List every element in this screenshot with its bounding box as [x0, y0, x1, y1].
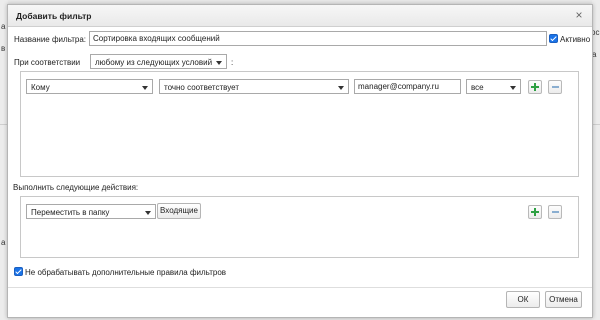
cancel-button-label: Отмена [549, 295, 578, 304]
cancel-button[interactable]: Отмена [545, 291, 582, 308]
action-type-value: Переместить в папку [31, 208, 110, 217]
actions-panel: Переместить в папку Входящие [20, 196, 579, 258]
active-label: Активно [560, 35, 591, 44]
stop-rules-label: Не обрабатывать дополнительные правила ф… [25, 268, 227, 277]
chevron-down-icon [510, 86, 516, 90]
match-mode-select[interactable]: любому из следующих условий [90, 54, 227, 69]
background-text: а [1, 22, 6, 31]
chevron-down-icon [142, 86, 148, 90]
chevron-down-icon [145, 211, 151, 215]
add-filter-dialog: Добавить фильтр × Название фильтра: Акти… [7, 4, 593, 318]
folder-picker-button[interactable]: Входящие [157, 203, 201, 219]
ok-button-label: ОК [517, 295, 529, 304]
close-icon[interactable]: × [572, 8, 586, 22]
conditions-panel: Кому точно соответствует все [20, 71, 579, 177]
footer-divider [8, 287, 592, 288]
condition-scope-select[interactable]: все [466, 79, 521, 94]
background-text: в [1, 44, 6, 53]
dialog-header[interactable]: Добавить фильтр × [8, 5, 592, 27]
chevron-down-icon [216, 61, 222, 65]
filter-name-input[interactable] [89, 31, 547, 46]
active-checkbox[interactable] [549, 34, 558, 43]
background-text: а [1, 238, 6, 247]
match-colon: : [231, 58, 234, 67]
condition-field-select[interactable]: Кому [26, 79, 153, 94]
match-label: При соответствии [14, 58, 81, 67]
condition-scope-value: все [471, 83, 484, 92]
folder-picker-label: Входящие [160, 206, 198, 215]
remove-condition-minus-icon[interactable] [548, 80, 562, 94]
chevron-down-icon [338, 86, 344, 90]
condition-value-input[interactable] [354, 79, 461, 94]
ok-button[interactable]: ОК [506, 291, 540, 308]
background-divider [592, 124, 600, 125]
background-right-strip [592, 0, 600, 320]
action-type-select[interactable]: Переместить в папку [26, 204, 156, 219]
dialog-title: Добавить фильтр [16, 11, 92, 21]
actions-label: Выполнить следующие действия: [13, 183, 139, 192]
match-mode-value: любому из следующих условий [95, 58, 213, 67]
add-action-plus-icon[interactable] [528, 205, 542, 219]
condition-field-value: Кому [31, 83, 50, 92]
stop-rules-checkbox[interactable] [14, 267, 23, 276]
remove-action-minus-icon[interactable] [548, 205, 562, 219]
filter-name-label: Название фильтра: [14, 35, 87, 44]
condition-operator-select[interactable]: точно соответствует [159, 79, 349, 94]
add-condition-plus-icon[interactable] [528, 80, 542, 94]
condition-operator-value: точно соответствует [164, 83, 239, 92]
